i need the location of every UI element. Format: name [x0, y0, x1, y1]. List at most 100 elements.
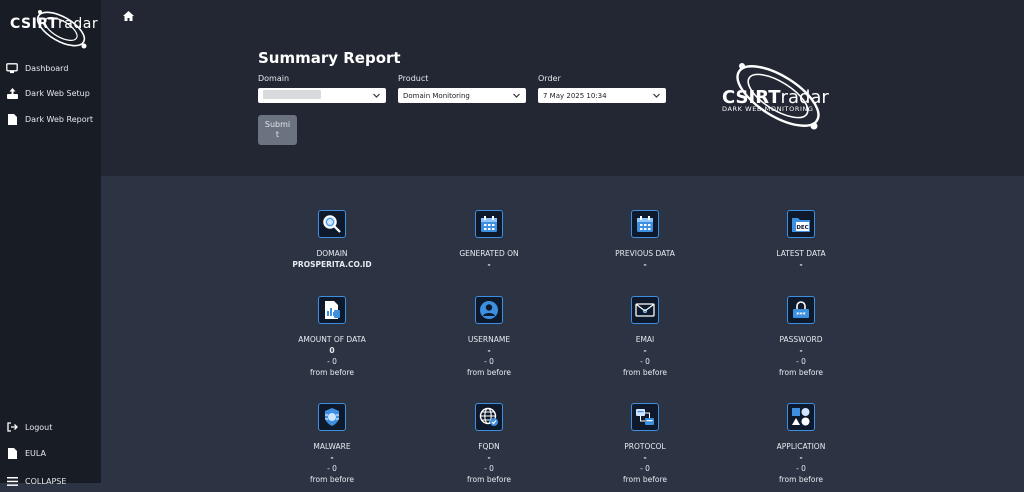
card-label: PASSWORD: [779, 335, 823, 344]
user-icon: [475, 296, 503, 324]
card-value: -: [643, 453, 647, 462]
sidebar-item-label: Logout: [25, 422, 53, 432]
folder-dec-icon: DEC: [787, 210, 815, 238]
sidebar-item-label: Dashboard: [25, 63, 69, 73]
card-from-before: from before: [779, 475, 823, 484]
brand-tagline: DARK WEB MONITORING: [722, 105, 814, 113]
sidebar-item-label: EULA: [25, 448, 47, 458]
calendar-icon: [475, 210, 503, 238]
summary-card-username: USERNAME - - 0 from before: [419, 296, 559, 378]
card-change: - 0: [484, 464, 494, 473]
sidebar-item-label: COLLAPSE: [25, 476, 67, 486]
password-lock-icon: ***: [787, 296, 815, 324]
order-select-value: 7 May 2025 10:34: [543, 91, 607, 100]
logo-text-thin: radar: [58, 16, 99, 32]
globe-icon: [475, 403, 503, 431]
chevron-down-icon: [513, 93, 520, 98]
chevron-down-icon: [653, 93, 660, 98]
sidebar-item-dark-web-report[interactable]: Dark Web Report: [0, 108, 101, 130]
sidebar-item-label: Dark Web Report: [25, 114, 94, 124]
card-label: MALWARE: [313, 442, 351, 451]
card-from-before: from before: [310, 475, 354, 484]
card-value: PROSPERITA.CO.ID: [292, 260, 372, 269]
card-value: -: [799, 453, 803, 462]
card-label: EMAI: [635, 335, 655, 344]
submit-label-line2: t: [275, 130, 280, 139]
logout-icon: [6, 421, 18, 433]
card-label: GENERATED ON: [459, 249, 519, 258]
upload-icon: [6, 87, 18, 99]
card-label: LATEST DATA: [776, 249, 826, 258]
card-label: DOMAIN: [316, 249, 348, 258]
sidebar: CSIRTradar Dashboard Dark Web Setup Dark…: [0, 0, 101, 486]
shapes-icon: [787, 403, 815, 431]
card-change: - 0: [796, 357, 806, 366]
card-from-before: from before: [467, 475, 511, 484]
submit-label-line1: Submi: [264, 120, 291, 129]
search-icon: [318, 210, 346, 238]
card-value: 0: [329, 346, 335, 355]
order-select[interactable]: 7 May 2025 10:34: [538, 88, 666, 103]
sidebar-item-logout[interactable]: Logout: [0, 416, 101, 438]
network-icon: [631, 403, 659, 431]
summary-card-email: EMAI - - 0 from before: [575, 296, 715, 378]
sidebar-item-dark-web-setup[interactable]: Dark Web Setup: [0, 82, 101, 104]
home-icon[interactable]: [123, 6, 134, 21]
password-mask-text: ***: [796, 312, 806, 319]
card-change: - 0: [327, 464, 337, 473]
card-label: FQDN: [478, 442, 500, 451]
mail-icon: [631, 296, 659, 324]
domain-select[interactable]: [258, 88, 386, 103]
submit-button[interactable]: Submi t: [258, 115, 297, 145]
redacted-domain: [263, 90, 321, 99]
sidebar-item-dashboard[interactable]: Dashboard: [0, 57, 101, 79]
summary-card-domain: DOMAIN PROSPERITA.CO.ID: [262, 210, 402, 270]
menu-icon: [6, 475, 18, 487]
card-from-before: from before: [779, 368, 823, 377]
card-value: -: [330, 453, 334, 462]
card-value: -: [487, 260, 491, 269]
card-from-before: from before: [310, 368, 354, 377]
card-value: -: [643, 346, 647, 355]
summary-card-latest-data: DEC LATEST DATA -: [731, 210, 871, 270]
summary-card-password: *** PASSWORD - - 0 from before: [731, 296, 871, 378]
card-from-before: from before: [623, 368, 667, 377]
summary-card-amount-of-data: AMOUNT OF DATA 0 - 0 from before: [262, 296, 402, 378]
product-label: Product: [398, 74, 429, 83]
card-value: -: [643, 260, 647, 269]
card-change: - 0: [640, 464, 650, 473]
report-icon: [318, 296, 346, 324]
card-value: -: [487, 346, 491, 355]
card-value: -: [799, 260, 803, 269]
file-icon: [6, 113, 18, 125]
chevron-down-icon: [373, 93, 380, 98]
sidebar-logo[interactable]: CSIRTradar: [10, 6, 98, 54]
brand-logo: CSIRTradar DARK WEB MONITORING: [718, 58, 838, 134]
card-value: -: [799, 346, 803, 355]
file-icon: [6, 447, 18, 459]
card-label: APPLICATION: [776, 442, 826, 451]
calendar-icon: [631, 210, 659, 238]
sidebar-item-eula[interactable]: EULA: [0, 442, 101, 464]
card-from-before: from before: [623, 475, 667, 484]
card-from-before: from before: [467, 368, 511, 377]
logo-text-bold: CSIRT: [10, 16, 59, 32]
card-value: -: [487, 453, 491, 462]
summary-card-fqdn: FQDN - - 0 from before: [419, 403, 559, 485]
card-change: - 0: [484, 357, 494, 366]
summary-card-previous-data: PREVIOUS DATA -: [575, 210, 715, 270]
summary-card-malware: MALWARE - - 0 from before: [262, 403, 402, 485]
card-label: PREVIOUS DATA: [615, 249, 675, 258]
summary-card-generated-on: GENERATED ON -: [419, 210, 559, 270]
card-change: - 0: [640, 357, 650, 366]
product-select-value: Domain Monitoring: [403, 91, 470, 100]
summary-card-application: APPLICATION - - 0 from before: [731, 403, 871, 485]
order-label: Order: [538, 74, 561, 83]
card-change: - 0: [796, 464, 806, 473]
product-select[interactable]: Domain Monitoring: [398, 88, 526, 103]
card-label: PROTOCOL: [624, 442, 666, 451]
sidebar-item-label: Dark Web Setup: [25, 88, 90, 98]
card-label: USERNAME: [467, 335, 511, 344]
sidebar-item-collapse[interactable]: COLLAPSE: [0, 470, 101, 492]
domain-label: Domain: [258, 74, 290, 83]
